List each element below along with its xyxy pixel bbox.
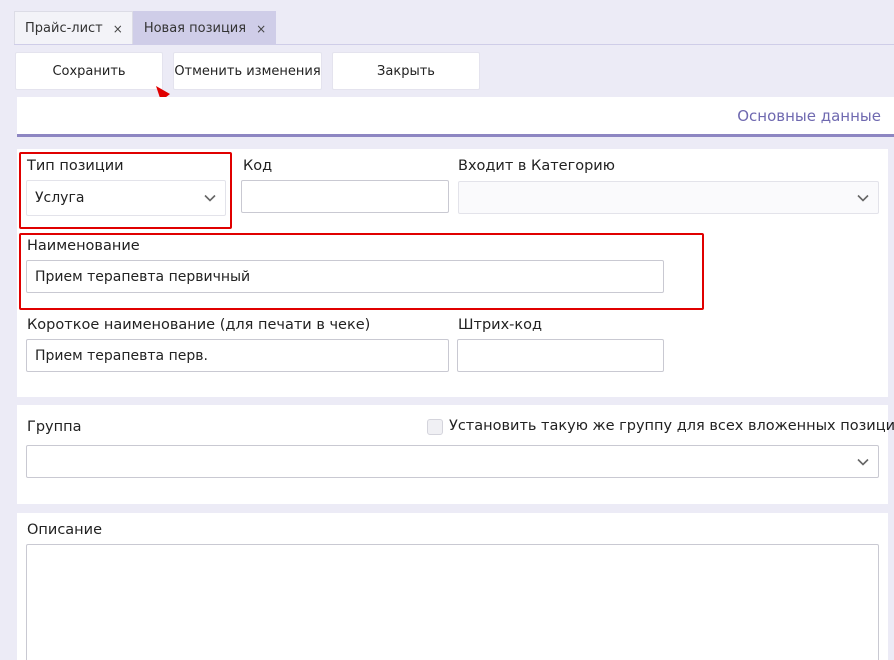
group-select[interactable]: [26, 445, 879, 478]
close-icon[interactable]: ×: [256, 22, 266, 36]
save-button[interactable]: Сохранить: [15, 52, 163, 90]
barcode-label: Штрих-код: [458, 317, 543, 333]
code-input[interactable]: [241, 180, 449, 213]
section-title[interactable]: Основные данные: [737, 107, 881, 125]
tab-new-item[interactable]: Новая позиция ×: [132, 11, 277, 45]
tab-divider: [14, 44, 894, 45]
type-value: Услуга: [35, 190, 85, 206]
description-panel: Описание: [17, 513, 888, 660]
section-header: Основные данные: [17, 97, 894, 137]
short-name-label: Короткое наименование (для печати в чеке…: [27, 317, 371, 333]
type-select[interactable]: Услуга: [26, 180, 226, 216]
category-label: Входит в Категорию: [458, 158, 615, 174]
name-input[interactable]: Прием терапевта первичный: [26, 260, 664, 293]
short-name-input[interactable]: Прием терапевта перв.: [26, 339, 449, 372]
close-button[interactable]: Закрыть: [332, 52, 480, 90]
price-item-editor: Прайс-лист × Новая позиция × Сохранить О…: [0, 0, 894, 660]
same-group-label[interactable]: Установить такую же группу для всех влож…: [449, 418, 894, 434]
name-label: Наименование: [27, 238, 140, 254]
same-group-checkbox[interactable]: [427, 419, 443, 435]
tab-price-list[interactable]: Прайс-лист ×: [14, 11, 133, 45]
chevron-down-icon: [857, 458, 869, 466]
main-data-panel: Тип позиции Услуга Код Входит в Категори…: [17, 149, 888, 397]
tab-label: Прайс-лист: [25, 21, 103, 36]
short-name-value: Прием терапевта перв.: [35, 347, 208, 364]
group-panel: Группа Установить такую же группу для вс…: [17, 405, 894, 504]
tab-bar: Прайс-лист × Новая позиция ×: [14, 11, 277, 45]
barcode-input[interactable]: [457, 339, 664, 372]
group-label: Группа: [27, 419, 82, 435]
name-value: Прием терапевта первичный: [35, 268, 251, 285]
chevron-down-icon: [204, 194, 216, 202]
type-label: Тип позиции: [27, 158, 124, 174]
toolbar: Сохранить Отменить изменения Закрыть: [15, 52, 480, 90]
close-icon[interactable]: ×: [113, 22, 123, 36]
description-textarea[interactable]: [26, 544, 879, 660]
chevron-down-icon: [857, 194, 869, 202]
tab-label: Новая позиция: [143, 21, 247, 36]
category-select[interactable]: [458, 181, 879, 214]
code-label: Код: [243, 158, 273, 174]
description-label: Описание: [27, 522, 102, 538]
